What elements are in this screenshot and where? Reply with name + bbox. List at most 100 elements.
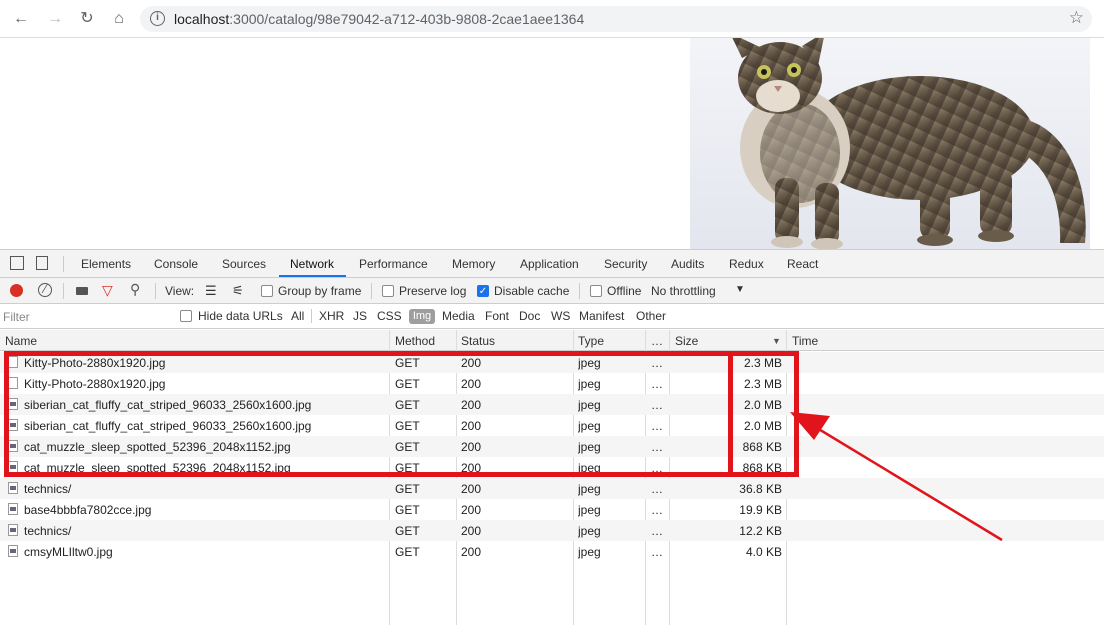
- column-type[interactable]: Type: [578, 334, 604, 348]
- browser-toolbar: ← → ↻ ⌂ i localhost:3000/catalog/98e7904…: [0, 0, 1104, 38]
- tab-console[interactable]: Console: [154, 257, 198, 271]
- bookmark-star-icon[interactable]: ☆: [1069, 8, 1084, 28]
- table-row[interactable]: base4bbbfa7802cce.jpg GET 200 jpeg … 19.9 KB: [0, 499, 1104, 520]
- overview-icon[interactable]: ⚟: [232, 283, 244, 299]
- type-filter-xhr[interactable]: XHR: [319, 309, 344, 323]
- type-filter-doc[interactable]: Doc: [519, 309, 540, 323]
- disable-cache-checkbox[interactable]: ✓: [477, 285, 489, 297]
- tab-memory[interactable]: Memory: [452, 257, 495, 271]
- page-viewport: [0, 38, 1104, 249]
- request-method: GET: [395, 482, 420, 496]
- request-more: …: [651, 524, 663, 538]
- column-more[interactable]: …: [651, 334, 663, 348]
- tab-sources[interactable]: Sources: [222, 257, 266, 271]
- type-filter-ws[interactable]: WS: [551, 309, 570, 323]
- clear-icon[interactable]: ⁄: [38, 283, 52, 297]
- disable-cache-label: Disable cache: [494, 284, 570, 298]
- offline-checkbox[interactable]: [590, 285, 602, 297]
- request-status: 200: [461, 482, 482, 496]
- request-size: 36.8 KB: [739, 482, 782, 496]
- request-type: jpeg: [578, 503, 601, 517]
- record-icon[interactable]: [10, 284, 23, 297]
- type-filter-other[interactable]: Other: [636, 309, 666, 323]
- separator: [311, 309, 312, 323]
- cat-photo: [690, 38, 1090, 249]
- back-icon[interactable]: ←: [10, 8, 32, 30]
- request-method: GET: [395, 524, 420, 538]
- type-filter-font[interactable]: Font: [485, 309, 509, 323]
- image-file-icon: [8, 524, 18, 536]
- highlight-size-box: [728, 351, 799, 477]
- device-toolbar-icon[interactable]: [36, 256, 48, 270]
- request-method: GET: [395, 545, 420, 559]
- type-filter-js[interactable]: JS: [353, 309, 367, 323]
- offline-label: Offline: [607, 284, 642, 298]
- tab-network[interactable]: Network: [290, 257, 334, 271]
- table-row[interactable]: technics/GET 200 jpeg … 36.8 KB: [0, 478, 1104, 499]
- request-size: 4.0 KB: [745, 545, 782, 559]
- tab-audits[interactable]: Audits: [671, 257, 704, 271]
- search-icon[interactable]: ⚲: [130, 281, 140, 298]
- request-name: technics/: [24, 482, 72, 496]
- separator: [579, 283, 580, 299]
- column-name[interactable]: Name: [5, 334, 37, 348]
- tab-application[interactable]: Application: [520, 257, 579, 271]
- table-row[interactable]: technics/GET 200 jpeg … 12.2 KB: [0, 520, 1104, 541]
- group-by-frame-checkbox[interactable]: [261, 285, 273, 297]
- highlight-box: [4, 351, 799, 477]
- image-file-icon: [8, 482, 18, 494]
- devtools-tabbar: Elements Console Sources Network Perform…: [0, 250, 1104, 278]
- sort-desc-icon[interactable]: ▼: [772, 336, 781, 346]
- column-size[interactable]: Size: [675, 334, 698, 348]
- screenshot-camera-icon[interactable]: [76, 287, 88, 295]
- forward-icon[interactable]: →: [44, 8, 66, 30]
- request-type: jpeg: [578, 545, 601, 559]
- hide-data-urls-label: Hide data URLs: [198, 309, 283, 323]
- network-toolbar: ⁄ ▽ ⚲ View: ☰ ⚟ Group by frame Preserve …: [0, 278, 1104, 304]
- table-row[interactable]: cmsyMLIltw0.jpg GET 200 jpeg … 4.0 KB: [0, 541, 1104, 562]
- tab-react[interactable]: React: [787, 257, 818, 271]
- column-time[interactable]: Time: [792, 334, 818, 348]
- request-size: 19.9 KB: [739, 503, 782, 517]
- home-icon[interactable]: ⌂: [108, 8, 130, 30]
- filter-bar: Hide data URLs All XHR JS CSS Img Media …: [0, 304, 1104, 329]
- view-label: View:: [165, 284, 195, 298]
- request-size: 12.2 KB: [739, 524, 782, 538]
- address-bar[interactable]: i localhost:3000/catalog/98e79042-a712-4…: [140, 6, 1092, 32]
- image-file-icon: [8, 503, 18, 515]
- type-filter-css[interactable]: CSS: [377, 309, 402, 323]
- type-filter-media[interactable]: Media: [442, 309, 475, 323]
- group-by-frame-label: Group by frame: [278, 284, 362, 298]
- filter-input[interactable]: [3, 308, 167, 325]
- column-status[interactable]: Status: [461, 334, 495, 348]
- type-filter-manifest[interactable]: Manifest: [579, 309, 624, 323]
- preserve-log-checkbox[interactable]: [382, 285, 394, 297]
- type-filter-all[interactable]: All: [291, 309, 304, 323]
- throttling-select[interactable]: No throttling: [651, 284, 716, 298]
- separator: [63, 256, 64, 272]
- request-name: base4bbbfa7802cce.jpg: [24, 503, 152, 517]
- inspect-element-icon[interactable]: [10, 256, 24, 270]
- request-status: 200: [461, 524, 482, 538]
- separator: [155, 283, 156, 299]
- url-text[interactable]: localhost:3000/catalog/98e79042-a712-403…: [174, 11, 584, 27]
- table-header: Name Method Status Type … Size ▼ Time: [0, 330, 1104, 351]
- type-filter-img[interactable]: Img: [409, 309, 435, 324]
- request-more: …: [651, 545, 663, 559]
- request-status: 200: [461, 545, 482, 559]
- request-status: 200: [461, 503, 482, 517]
- reload-icon[interactable]: ↻: [76, 8, 98, 30]
- chevron-down-icon[interactable]: ▼: [735, 284, 745, 295]
- tab-elements[interactable]: Elements: [81, 257, 131, 271]
- hide-data-urls-checkbox[interactable]: [180, 310, 192, 322]
- request-name: cmsyMLIltw0.jpg: [24, 545, 113, 559]
- tab-performance[interactable]: Performance: [359, 257, 428, 271]
- separator: [371, 283, 372, 299]
- tab-redux[interactable]: Redux: [729, 257, 764, 271]
- filter-funnel-icon[interactable]: ▽: [102, 282, 113, 299]
- info-icon[interactable]: i: [150, 11, 165, 26]
- column-method[interactable]: Method: [395, 334, 435, 348]
- image-file-icon: [8, 545, 18, 557]
- tab-security[interactable]: Security: [604, 257, 647, 271]
- large-rows-icon[interactable]: ☰: [205, 283, 217, 299]
